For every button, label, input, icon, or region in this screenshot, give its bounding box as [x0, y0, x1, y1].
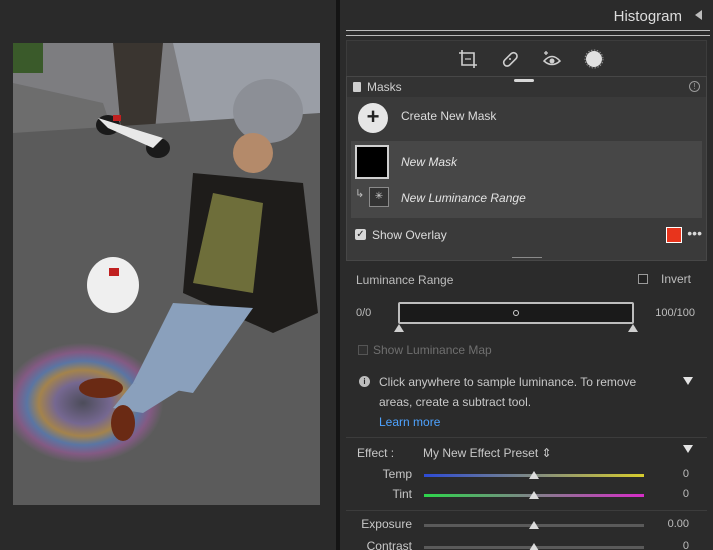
luminance-range-slider[interactable]	[398, 302, 634, 324]
collapse-arrow-icon[interactable]	[695, 10, 702, 20]
effect-collapse-icon[interactable]	[683, 445, 693, 453]
drag-handle[interactable]	[514, 79, 534, 82]
slider-value-tint[interactable]: 0	[683, 488, 689, 500]
luminance-range-title: Luminance Range	[356, 273, 454, 287]
slider-label-temp: Temp	[382, 467, 412, 481]
range-midpoint-handle[interactable]	[513, 310, 519, 316]
histogram-header[interactable]: Histogram	[340, 0, 713, 33]
submask-name[interactable]: New Luminance Range	[401, 191, 526, 205]
section-divider	[346, 510, 707, 511]
slider-label-exposure: Exposure	[361, 517, 412, 531]
mask-thumbnail[interactable]	[355, 145, 389, 179]
info-icon: i	[359, 376, 370, 387]
more-options-icon[interactable]: •••	[687, 225, 702, 241]
photo-canvas[interactable]	[0, 0, 336, 550]
range-max-value: 100/100	[655, 307, 695, 319]
tool-strip	[346, 40, 707, 77]
slider-value-temp[interactable]: 0	[683, 468, 689, 480]
overlay-color-swatch[interactable]	[666, 227, 682, 243]
show-overlay-checkbox[interactable]: ✓	[355, 229, 366, 240]
invert-label[interactable]: Invert	[661, 272, 691, 286]
submask-arrow-icon: ↳	[355, 188, 365, 200]
divider-line	[346, 35, 710, 36]
effect-label: Effect :	[357, 446, 395, 460]
help-icon[interactable]: !	[689, 81, 700, 92]
effect-section: Effect : My New Effect Preset ⇕ Temp 0 Tin…	[346, 440, 707, 550]
mask-list-item[interactable]: New Mask ↳ ✳ New Luminance Range	[351, 141, 702, 218]
masks-panel: Masks ! + Create New Mask New Mask ↳ ✳ N…	[346, 76, 707, 261]
photo-image	[13, 43, 320, 505]
range-right-handle[interactable]	[628, 324, 638, 332]
slider-thumb-contrast[interactable]	[529, 543, 539, 550]
masks-title: Masks	[367, 80, 402, 94]
panel-toggle-icon[interactable]	[353, 82, 361, 92]
photo[interactable]	[13, 43, 320, 505]
create-new-mask-button[interactable]: +	[358, 103, 388, 133]
show-overlay-label[interactable]: Show Overlay	[372, 228, 447, 242]
red-eye-icon[interactable]	[541, 48, 563, 70]
luminance-range-section: Luminance Range Invert 0/0 100/100 Show …	[346, 264, 707, 436]
range-left-handle[interactable]	[394, 324, 404, 332]
luminance-hint: Click anywhere to sample luminance. To r…	[379, 375, 637, 409]
range-min-value: 0/0	[356, 307, 372, 319]
hint-collapse-icon[interactable]	[683, 377, 693, 385]
section-divider	[346, 437, 707, 438]
crop-icon[interactable]	[457, 48, 479, 70]
luminance-range-icon[interactable]: ✳	[369, 187, 389, 207]
mask-name[interactable]: New Mask	[401, 155, 457, 169]
masking-icon[interactable]	[583, 48, 605, 70]
develop-panel: Histogram Masks ! + Create New Mask New …	[340, 0, 713, 550]
slider-value-exposure[interactable]: 0.00	[668, 518, 689, 530]
show-luminance-map-label[interactable]: Show Luminance Map	[373, 343, 492, 357]
slider-label-contrast: Contrast	[366, 539, 412, 550]
show-luminance-map-checkbox[interactable]	[358, 345, 368, 355]
resize-grip[interactable]	[512, 257, 542, 258]
effect-preset-dropdown[interactable]: My New Effect Preset ⇕	[423, 446, 552, 460]
learn-more-link[interactable]: Learn more	[379, 415, 440, 429]
create-new-mask-label[interactable]: Create New Mask	[401, 109, 496, 123]
histogram-title: Histogram	[613, 8, 682, 25]
slider-label-tint: Tint	[392, 487, 412, 501]
slider-thumb-tint[interactable]	[529, 491, 539, 499]
divider-line	[346, 30, 710, 31]
show-overlay-row: ✓ Show Overlay •••	[347, 225, 706, 247]
invert-checkbox[interactable]	[638, 274, 648, 284]
healing-icon[interactable]	[499, 48, 521, 70]
slider-thumb-exposure[interactable]	[529, 521, 539, 529]
slider-value-contrast[interactable]: 0	[683, 540, 689, 550]
slider-thumb-temp[interactable]	[529, 471, 539, 479]
